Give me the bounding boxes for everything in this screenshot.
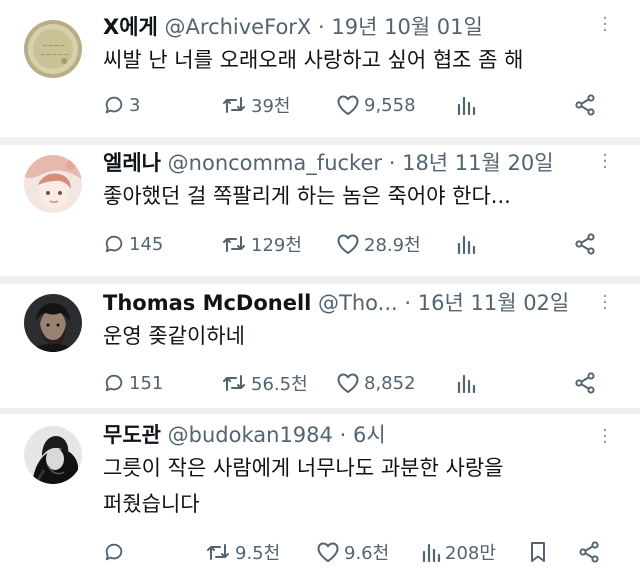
share-icon <box>575 372 595 394</box>
retweet-icon <box>223 97 245 113</box>
avatar[interactable] <box>24 426 82 484</box>
share-button[interactable] <box>573 92 597 118</box>
display-name[interactable]: 엘레나 <box>103 151 161 175</box>
like-icon <box>337 234 359 254</box>
tweet-3[interactable]: Thomas McDonell @Tho... · 16년 11월 02일 · ·… <box>0 284 640 408</box>
retweet-icon <box>207 544 229 560</box>
views-button[interactable] <box>456 370 476 396</box>
like-icon <box>337 373 359 393</box>
timestamp[interactable]: 6시 <box>353 423 386 447</box>
avatar[interactable]: ~~~~ ~~~~~ <box>24 20 82 78</box>
views-button[interactable] <box>456 231 476 257</box>
share-icon <box>575 233 595 255</box>
tweet-text-line-1: 그릇이 작은 사람에게 너무나도 과분한 사랑을 <box>103 456 504 480</box>
more-icon[interactable]: · · · <box>597 422 613 452</box>
tweet-2[interactable]: 엘레나 @noncomma_fucker · 18년 11월 20일 · · · 좋… <box>0 145 640 276</box>
tweet-text-line-2: 퍼줬습니다 <box>103 492 200 516</box>
like-icon <box>317 542 339 562</box>
avatar[interactable] <box>24 294 82 352</box>
display-name[interactable]: X에게 <box>103 15 158 39</box>
tweet-4[interactable]: 무도관 @budokan1984 · 6시 · · · 그릇이 작은 사람에게 너무… <box>0 414 640 583</box>
more-icon[interactable]: · · · <box>597 147 613 177</box>
retweet-icon <box>223 236 245 252</box>
reply-count: 151 <box>129 372 164 394</box>
share-button[interactable] <box>573 231 597 257</box>
like-icon <box>337 95 359 115</box>
retweet-icon <box>223 375 245 391</box>
reply-count: 3 <box>129 94 141 116</box>
reply-button[interactable] <box>103 539 129 565</box>
handle[interactable]: @budokan1984 <box>168 423 333 447</box>
tweet-text: 좋아했던 걸 쪽팔리게 하는 놈은 죽어야 한다... <box>103 184 511 208</box>
tweet-divider <box>0 137 640 145</box>
like-count: 28.9천 <box>364 235 421 256</box>
share-button[interactable] <box>577 539 601 565</box>
views-icon <box>457 96 476 116</box>
reply-button[interactable]: 145 <box>103 231 163 257</box>
views-button[interactable] <box>456 92 476 118</box>
svg-text:~~~~~: ~~~~~ <box>40 51 69 59</box>
retweet-count: 56.5천 <box>251 374 308 395</box>
handle[interactable]: @ArchiveForX <box>165 15 312 39</box>
like-count: 9,558 <box>364 94 416 116</box>
retweet-button[interactable]: 39천 <box>221 92 290 118</box>
like-button[interactable]: 8,852 <box>336 370 416 396</box>
dot-separator: · <box>339 423 347 447</box>
like-count: 8,852 <box>364 372 416 394</box>
dot-separator: · <box>318 15 325 39</box>
reply-icon <box>105 96 123 114</box>
reply-icon <box>105 374 123 392</box>
timestamp[interactable]: 19년 10월 01일 <box>331 15 482 39</box>
retweet-button[interactable]: 56.5천 <box>221 370 308 396</box>
retweet-count: 39천 <box>251 96 291 117</box>
views-icon <box>422 543 441 563</box>
display-name[interactable]: Thomas McDonell <box>103 291 311 315</box>
like-button[interactable]: 9.6천 <box>316 539 389 565</box>
retweet-count: 129천 <box>251 235 302 256</box>
reply-icon <box>105 235 123 253</box>
more-icon[interactable]: · · · <box>597 288 613 318</box>
handle[interactable]: @Tho... <box>318 291 398 315</box>
reply-button[interactable]: 151 <box>103 370 163 396</box>
dot-separator: · <box>404 291 412 315</box>
tweet-divider <box>0 276 640 284</box>
reply-button[interactable]: 3 <box>103 92 140 118</box>
handle[interactable]: @noncomma_fucker <box>168 151 382 175</box>
tweet-1[interactable]: ~~~~ ~~~~~ X에게 @ArchiveForX · 19년 10월 01… <box>0 0 640 137</box>
views-button[interactable]: 208만 <box>421 539 496 565</box>
views-icon <box>457 374 476 394</box>
reply-icon <box>105 543 123 561</box>
tweet-text: 씨발 난 너를 오래오래 사랑하고 싶어 협조 좀 해 <box>103 48 524 72</box>
timestamp[interactable]: 16년 11월 02일 <box>418 291 569 315</box>
bookmark-icon <box>531 542 545 562</box>
share-icon <box>575 94 595 116</box>
like-button[interactable]: 9,558 <box>336 92 416 118</box>
share-icon <box>579 541 599 563</box>
views-count: 208만 <box>445 543 496 564</box>
tweet-text: 운영 좆같이하네 <box>103 324 245 348</box>
share-button[interactable] <box>573 370 597 396</box>
svg-text:~~~~: ~~~~ <box>42 42 66 50</box>
bookmark-button[interactable] <box>528 539 548 565</box>
timestamp[interactable]: 18년 11월 20일 <box>402 151 553 175</box>
retweet-button[interactable]: 129천 <box>221 231 302 257</box>
display-name[interactable]: 무도관 <box>103 423 161 447</box>
retweet-button[interactable]: 9.5천 <box>205 539 280 565</box>
reply-count: 145 <box>129 233 164 255</box>
retweet-count: 9.5천 <box>235 543 281 564</box>
like-button[interactable]: 28.9천 <box>336 231 421 257</box>
avatar[interactable] <box>24 155 82 213</box>
dot-separator: · <box>388 151 396 175</box>
views-icon <box>457 235 476 255</box>
like-count: 9.6천 <box>344 543 390 564</box>
more-icon[interactable]: · · · <box>597 10 613 40</box>
